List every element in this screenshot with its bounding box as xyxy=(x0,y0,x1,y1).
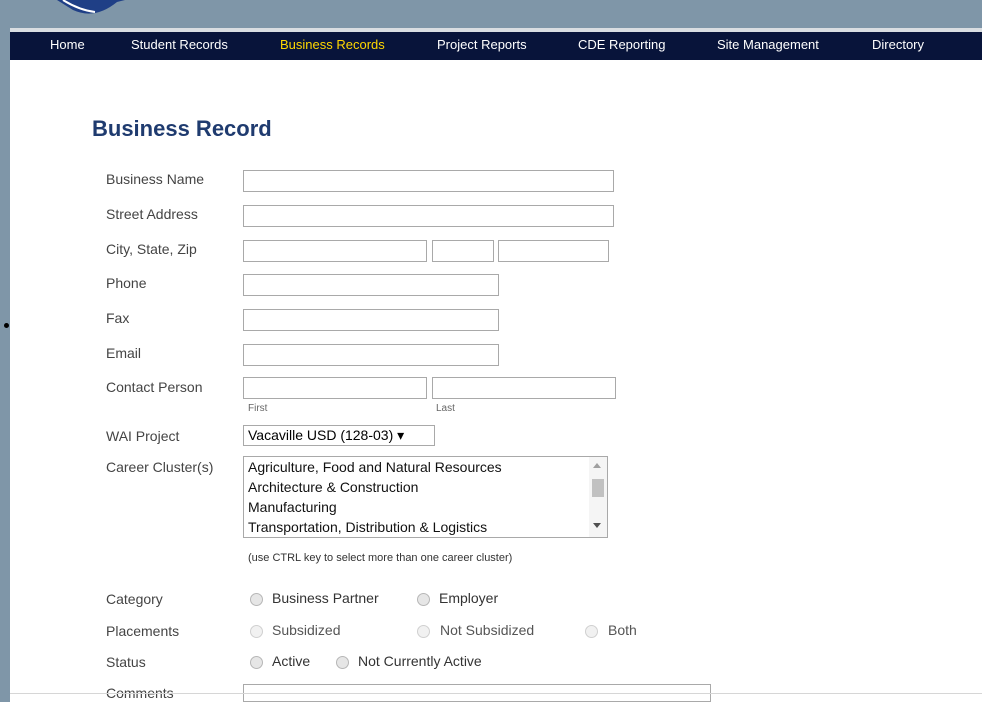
nav-business-records[interactable]: Business Records xyxy=(280,32,385,60)
contact-last-label: Last xyxy=(436,403,455,414)
main-nav: Home Student Records Business Records Pr… xyxy=(10,32,982,60)
top-strip xyxy=(0,0,982,30)
category-employer-radio[interactable] xyxy=(417,593,430,606)
career-cluster-option[interactable]: Architecture & Construction xyxy=(248,479,418,495)
fax-input[interactable] xyxy=(243,309,499,331)
page: Home Student Records Business Records Pr… xyxy=(10,28,982,702)
wai-project-select[interactable]: Vacaville USD (128-03) ▾ xyxy=(243,425,435,446)
nav-project-reports[interactable]: Project Reports xyxy=(437,32,527,60)
category-business-partner-radio[interactable] xyxy=(250,593,263,606)
nav-directory[interactable]: Directory xyxy=(872,32,924,60)
placements-both-radio[interactable] xyxy=(585,625,598,638)
logo-icon xyxy=(57,0,125,14)
placements-not-subsidized-label: Not Subsidized xyxy=(440,622,535,638)
nav-site-management[interactable]: Site Management xyxy=(717,32,819,60)
career-cluster-label: Career Cluster(s) xyxy=(106,459,214,475)
zip-input[interactable] xyxy=(498,240,609,262)
status-active-radio[interactable] xyxy=(250,656,263,669)
email-label: Email xyxy=(106,345,142,361)
placements-subsidized-label: Subsidized xyxy=(272,622,341,638)
status-label: Status xyxy=(106,654,146,670)
phone-input[interactable] xyxy=(243,274,499,296)
category-business-partner-label: Business Partner xyxy=(272,590,379,606)
nav-home[interactable]: Home xyxy=(50,32,85,60)
placements-subsidized-radio[interactable] xyxy=(250,625,263,638)
wai-project-label: WAI Project xyxy=(106,428,180,444)
business-name-input[interactable] xyxy=(243,170,614,192)
listbox-scrollbar[interactable] xyxy=(589,457,607,537)
status-active-label: Active xyxy=(272,653,311,669)
email-input[interactable] xyxy=(243,344,499,366)
nav-cde-reporting[interactable]: CDE Reporting xyxy=(578,32,665,60)
placements-label: Placements xyxy=(106,623,180,639)
nav-student-records[interactable]: Student Records xyxy=(131,32,228,60)
contact-first-label: First xyxy=(248,403,268,414)
career-cluster-option[interactable]: Transportation, Distribution & Logistics xyxy=(248,519,487,535)
scroll-up-icon[interactable] xyxy=(593,463,601,468)
contact-last-input[interactable] xyxy=(432,377,616,399)
business-name-label: Business Name xyxy=(106,171,205,187)
city-input[interactable] xyxy=(243,240,427,262)
city-state-zip-label: City, State, Zip xyxy=(106,241,197,257)
contact-person-label: Contact Person xyxy=(106,379,203,395)
placements-both-label: Both xyxy=(608,622,637,638)
status-not-currently-active-label: Not Currently Active xyxy=(358,653,482,669)
status-not-currently-active-radio[interactable] xyxy=(336,656,349,669)
page-title: Business Record xyxy=(92,116,272,141)
career-cluster-hint: (use CTRL key to select more than one ca… xyxy=(248,552,513,564)
career-cluster-listbox[interactable]: Agriculture, Food and Natural Resources … xyxy=(243,456,608,538)
phone-label: Phone xyxy=(106,275,147,291)
career-cluster-option[interactable]: Manufacturing xyxy=(248,499,337,515)
scroll-thumb[interactable] xyxy=(592,479,604,497)
bottom-divider xyxy=(10,693,982,694)
placements-not-subsidized-radio[interactable] xyxy=(417,625,430,638)
bullet-dot-icon xyxy=(4,323,9,328)
scroll-down-icon[interactable] xyxy=(593,523,601,528)
category-label: Category xyxy=(106,591,163,607)
state-input[interactable] xyxy=(432,240,494,262)
fax-label: Fax xyxy=(106,310,130,326)
street-address-input[interactable] xyxy=(243,205,614,227)
career-cluster-option[interactable]: Agriculture, Food and Natural Resources xyxy=(248,459,502,475)
street-address-label: Street Address xyxy=(106,206,198,222)
contact-first-input[interactable] xyxy=(243,377,427,399)
category-employer-label: Employer xyxy=(439,590,499,606)
